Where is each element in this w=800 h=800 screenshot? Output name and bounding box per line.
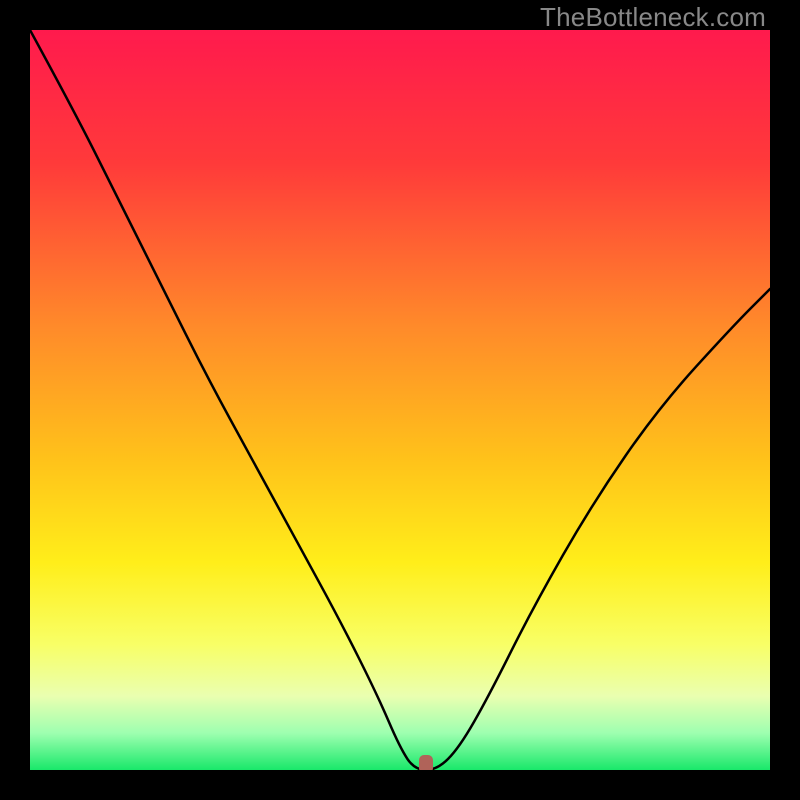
curve-path <box>30 30 770 770</box>
watermark-text: TheBottleneck.com <box>540 2 766 33</box>
plot-area <box>30 30 770 770</box>
curve-svg <box>30 30 770 770</box>
chart-frame: TheBottleneck.com <box>0 0 800 800</box>
optimum-marker <box>419 755 433 770</box>
